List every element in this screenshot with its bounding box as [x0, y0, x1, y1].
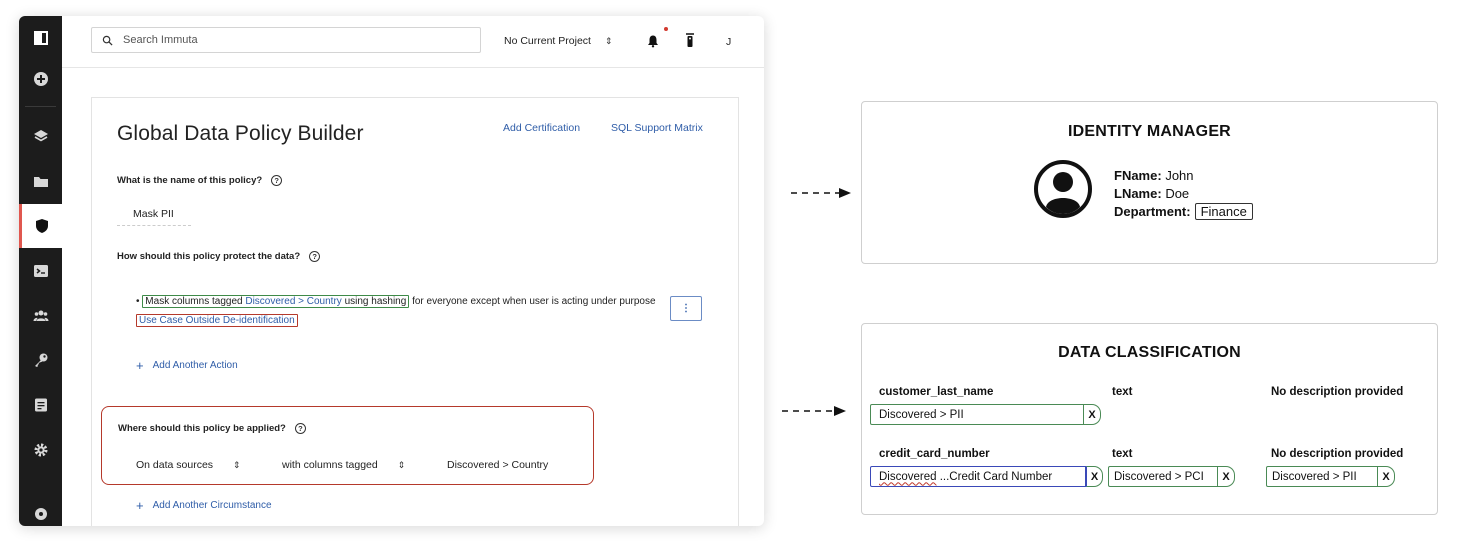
- user-avatar[interactable]: J: [726, 36, 731, 48]
- purpose-link[interactable]: Use Case Outside De-identification: [136, 314, 298, 327]
- department-row: Department: Finance: [1114, 203, 1253, 220]
- bell-icon[interactable]: [646, 34, 660, 48]
- identity-manager-title: IDENTITY MANAGER: [1068, 123, 1231, 140]
- gear-icon[interactable]: [19, 428, 62, 472]
- arrow-right-icon: [782, 406, 846, 416]
- notification-dot: [664, 27, 668, 31]
- help-icon[interactable]: ?: [271, 175, 283, 186]
- data-classification-title: DATA CLASSIFICATION: [1058, 344, 1241, 361]
- protect-question: How should this policy protect the data?…: [117, 251, 321, 262]
- user-avatar-icon: [1034, 160, 1092, 218]
- remove-tag-button[interactable]: X: [1218, 466, 1235, 487]
- add-circumstance-button[interactable]: + Add Another Circumstance: [136, 497, 272, 513]
- data-classification-panel: DATA CLASSIFICATION customer_last_name t…: [861, 323, 1438, 515]
- chevron-updown-icon: ⇕: [604, 35, 613, 46]
- policy-name-question: What is the name of this policy? ?: [117, 175, 283, 186]
- sql-support-matrix-link[interactable]: SQL Support Matrix: [611, 122, 703, 134]
- more-options-button[interactable]: ⋮: [670, 296, 702, 321]
- first-name-row: FName: John: [1114, 168, 1194, 183]
- project-label: No Current Project: [504, 35, 591, 47]
- where-question: Where should this policy be applied? ?: [118, 423, 306, 434]
- classification-tag[interactable]: Discovered ...Credit Card Number X: [870, 466, 1103, 487]
- remove-tag-button[interactable]: X: [1086, 466, 1103, 487]
- mask-action-highlight[interactable]: Mask columns tagged Discovered > Country…: [142, 295, 410, 308]
- add-icon[interactable]: [19, 57, 62, 101]
- tag-select[interactable]: Discovered > Country: [447, 455, 548, 475]
- chevron-updown-icon: ⇕: [397, 459, 406, 470]
- arrow-right-icon: [791, 188, 851, 198]
- help-icon[interactable]: [19, 492, 62, 526]
- chevron-updown-icon: ⇕: [233, 459, 241, 470]
- data-sources-select[interactable]: On data sources ⇕: [136, 455, 241, 475]
- classification-tag[interactable]: Discovered > PII X: [1266, 466, 1395, 487]
- classification-tag[interactable]: Discovered > PII X: [870, 404, 1101, 425]
- column-name: credit_card_number: [879, 448, 990, 460]
- add-certification-link[interactable]: Add Certification: [503, 122, 580, 134]
- last-name-row: LName: Doe: [1114, 186, 1190, 201]
- classification-tag[interactable]: Discovered > PCI X: [1108, 466, 1235, 487]
- identity-manager-panel: IDENTITY MANAGER FName: John LName: Doe …: [861, 101, 1438, 264]
- remove-tag-button[interactable]: X: [1084, 404, 1101, 425]
- top-bar: No Current Project ⇕ J: [62, 16, 764, 68]
- project-selector[interactable]: No Current Project ⇕: [504, 35, 613, 47]
- help-icon[interactable]: ?: [309, 251, 321, 262]
- app-window: No Current Project ⇕ J Global Data Polic…: [19, 16, 764, 526]
- column-description: No description provided: [1271, 448, 1404, 460]
- search-icon: [102, 35, 113, 46]
- folder-icon[interactable]: [19, 160, 62, 204]
- plus-icon: +: [136, 357, 144, 373]
- terminal-icon[interactable]: [19, 249, 62, 293]
- mask-tag-link[interactable]: Discovered > Country: [245, 296, 341, 307]
- kebab-icon: ⋮: [681, 303, 691, 314]
- remote-icon[interactable]: [683, 32, 697, 48]
- columns-tagged-select[interactable]: with columns tagged ⇕: [282, 455, 405, 475]
- users-icon[interactable]: [19, 294, 62, 338]
- policy-action: • Mask columns tagged Discovered > Count…: [136, 295, 656, 327]
- remove-tag-button[interactable]: X: [1378, 466, 1395, 487]
- search-box[interactable]: [91, 27, 481, 53]
- column-type: text: [1112, 448, 1133, 460]
- plus-icon: +: [136, 497, 144, 513]
- where-applied-section: Where should this policy be applied? ? O…: [101, 406, 594, 485]
- help-icon[interactable]: ?: [294, 423, 306, 434]
- policy-name-input[interactable]: [117, 202, 191, 226]
- key-icon[interactable]: [19, 338, 62, 382]
- panel-toggle-icon[interactable]: [19, 16, 62, 60]
- column-type: text: [1112, 386, 1133, 398]
- sidebar: [19, 16, 62, 526]
- layers-icon[interactable]: [19, 114, 62, 158]
- shield-icon[interactable]: [19, 204, 62, 248]
- column-name: customer_last_name: [879, 386, 994, 398]
- department-value: Finance: [1194, 203, 1253, 220]
- page-title: Global Data Policy Builder: [117, 122, 364, 145]
- document-icon[interactable]: [19, 383, 62, 427]
- search-input[interactable]: [123, 34, 463, 46]
- add-action-button[interactable]: + Add Another Action: [136, 357, 238, 373]
- column-description: No description provided: [1271, 386, 1404, 398]
